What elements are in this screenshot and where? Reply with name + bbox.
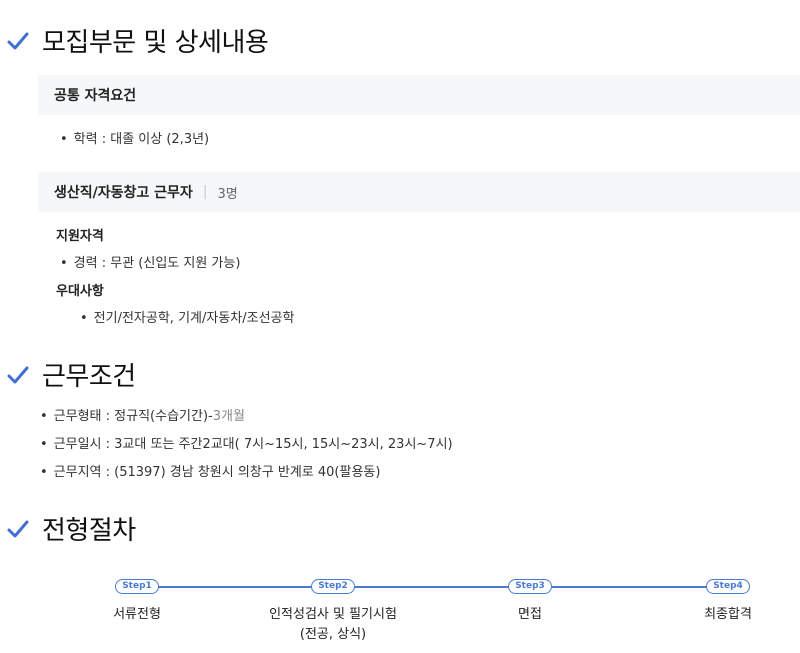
section-title-recruit: 모집부문 및 상세내용 xyxy=(6,22,269,59)
step-badge-1: Step1 xyxy=(115,579,159,594)
bullet: • xyxy=(40,409,48,424)
section-title-text: 전형절차 xyxy=(42,516,136,546)
step-badge-2: Step2 xyxy=(311,579,355,594)
education-requirement: • 학력 : 대졸 이상 (2,3년) xyxy=(60,128,209,147)
check-icon xyxy=(6,517,30,541)
employment-type-text: 근무형태 : 정규직(수습기간)- xyxy=(53,409,213,424)
check-icon xyxy=(6,29,30,53)
position-name: 생산직/자동창고 근무자 xyxy=(54,185,193,201)
preference-text: 전기/전자공학, 기계/자동차/조선공학 xyxy=(93,311,295,326)
experience-requirement: • 경력 : 무관 (신입도 지원 가능) xyxy=(60,252,240,271)
step-badge-3: Step3 xyxy=(508,579,552,594)
step-label-3: 면접 xyxy=(518,607,542,622)
common-requirements-title: 공통 자격요건 xyxy=(54,88,137,104)
step-connector-line xyxy=(137,586,730,588)
section-title-conditions: 근무조건 xyxy=(6,356,136,393)
common-requirements-header: 공통 자격요건 xyxy=(38,75,800,115)
bullet: • xyxy=(40,437,48,452)
bullet: • xyxy=(60,256,68,271)
divider: | xyxy=(202,184,208,200)
step-label-4: 최종합격 xyxy=(704,607,752,622)
bullet: • xyxy=(80,311,88,326)
work-location-text: 근무지역 : (51397) 경남 창원시 의창구 반계로 40(팔용동) xyxy=(53,465,381,480)
probation-period: 3개월 xyxy=(212,409,245,424)
qualification-label: 지원자격 xyxy=(56,229,104,244)
position-header: 생산직/자동창고 근무자 | 3명 xyxy=(38,172,800,212)
education-text: 학력 : 대졸 이상 (2,3년) xyxy=(73,132,210,147)
work-hours: • 근무일시 : 3교대 또는 주간2교대( 7시~15시, 15시~23시, 2… xyxy=(40,433,453,452)
experience-text: 경력 : 무관 (신입도 지원 가능) xyxy=(73,256,241,271)
section-title-text: 모집부문 및 상세내용 xyxy=(42,28,269,58)
preference-item: • 전기/전자공학, 기계/자동차/조선공학 xyxy=(80,307,294,326)
step-label-1: 서류전형 xyxy=(113,607,161,622)
work-hours-text: 근무일시 : 3교대 또는 주간2교대( 7시~15시, 15시~23시, 23… xyxy=(53,437,453,452)
employment-type: • 근무형태 : 정규직(수습기간)-3개월 xyxy=(40,405,245,424)
bullet: • xyxy=(60,132,68,147)
work-location: • 근무지역 : (51397) 경남 창원시 의창구 반계로 40(팔용동) xyxy=(40,461,380,480)
process-steps: Step1 서류전형 Step2 인적성검사 및 필기시험(전공, 상식) St… xyxy=(0,575,800,653)
section-title-process: 전형절차 xyxy=(6,510,136,547)
preference-label: 우대사항 xyxy=(56,284,104,299)
bullet: • xyxy=(40,465,48,480)
section-title-text: 근무조건 xyxy=(42,362,136,392)
step-badge-4: Step4 xyxy=(706,579,750,594)
check-icon xyxy=(6,363,30,387)
step-label-2: 인적성검사 및 필기시험(전공, 상식) xyxy=(269,607,397,642)
position-count: 3명 xyxy=(217,186,238,202)
